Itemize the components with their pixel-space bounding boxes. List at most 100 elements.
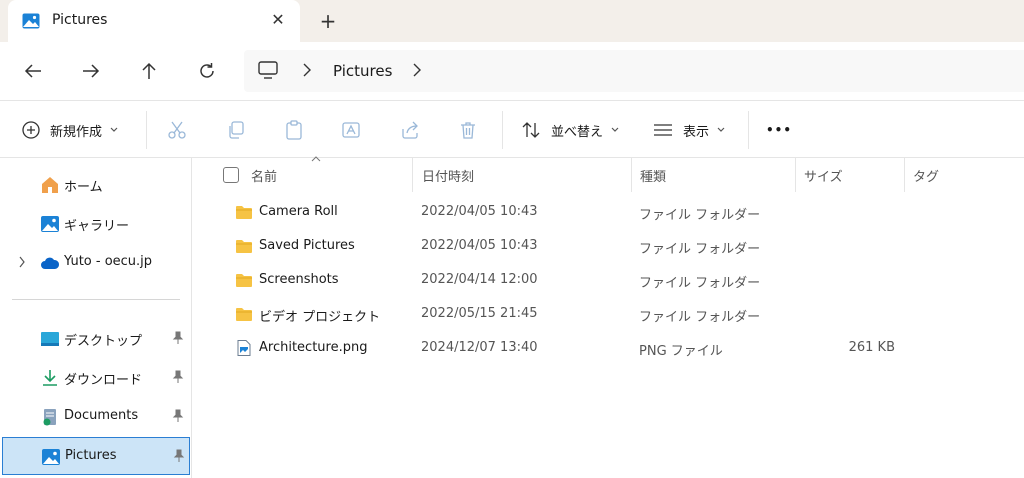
pictures-icon xyxy=(42,449,60,465)
file-row[interactable]: Camera Roll 2022/04/05 10:43 ファイル フォルダー xyxy=(193,196,1024,230)
image-file-icon xyxy=(237,340,251,356)
column-divider[interactable] xyxy=(795,158,796,192)
file-type: ファイル フォルダー xyxy=(639,276,761,291)
sidebar-item-label: ダウンロード xyxy=(64,373,143,388)
sidebar-item-label: ホーム xyxy=(64,180,103,195)
close-tab-button[interactable]: ✕ xyxy=(266,8,290,32)
column-divider[interactable] xyxy=(904,158,905,192)
this-pc-icon[interactable] xyxy=(258,61,278,79)
pin-icon[interactable] xyxy=(172,370,184,384)
file-type: ファイル フォルダー xyxy=(639,242,761,257)
file-row[interactable]: Screenshots 2022/04/14 12:00 ファイル フォルダー xyxy=(193,264,1024,298)
new-button-label: 新規作成 xyxy=(50,124,103,140)
column-header-name[interactable]: 名前 xyxy=(251,166,277,185)
copy-button[interactable] xyxy=(226,115,246,145)
sidebar-item-home[interactable]: ホーム xyxy=(2,166,190,204)
file-type: PNG ファイル xyxy=(639,344,723,359)
address-bar[interactable]: Pictures xyxy=(244,50,1024,92)
arrow-right-icon xyxy=(83,64,100,78)
sidebar-item-gallery[interactable]: ギャラリー xyxy=(2,205,190,243)
file-date: 2022/04/05 10:43 xyxy=(421,204,538,219)
chevron-right-icon[interactable] xyxy=(302,63,312,77)
column-header-size[interactable]: サイズ xyxy=(804,166,843,185)
divider xyxy=(146,111,147,149)
divider xyxy=(502,111,503,149)
divider xyxy=(12,299,180,300)
sort-button-label: 並べ替え xyxy=(551,124,604,140)
view-button[interactable]: 表示 xyxy=(653,115,725,145)
column-header-tags[interactable]: タグ xyxy=(913,166,939,185)
gallery-icon xyxy=(41,216,59,232)
file-name[interactable]: Architecture.png xyxy=(259,340,367,355)
sidebar-item-label: Documents xyxy=(64,408,139,423)
new-button[interactable]: 新規作成 xyxy=(22,115,118,145)
refresh-icon xyxy=(200,63,214,78)
download-icon xyxy=(43,370,57,386)
sidebar-item-desktop[interactable]: デスクトップ xyxy=(2,320,190,358)
sidebar-item-onedrive[interactable]: Yuto - oecu.jp xyxy=(2,244,190,282)
navigation-bar: Pictures xyxy=(0,42,1024,100)
trash-icon xyxy=(461,122,475,139)
view-list-icon xyxy=(654,124,672,136)
share-button[interactable] xyxy=(400,115,420,145)
file-list: 名前 日付時刻 種類 サイズ タグ Camera Roll 2022/04/05… xyxy=(193,156,1024,478)
folder-icon xyxy=(236,308,252,321)
file-type: ファイル フォルダー xyxy=(639,310,761,325)
pictures-icon xyxy=(22,13,40,29)
pin-icon[interactable] xyxy=(172,409,184,423)
chevron-down-icon xyxy=(611,127,619,132)
forward-button[interactable] xyxy=(76,56,106,86)
pin-icon[interactable] xyxy=(173,449,185,463)
cut-button[interactable] xyxy=(167,115,187,145)
rename-button[interactable] xyxy=(341,115,361,145)
sidebar-item-pictures[interactable]: Pictures xyxy=(2,437,190,475)
file-date: 2022/05/15 21:45 xyxy=(421,306,538,321)
file-name[interactable]: Screenshots xyxy=(259,272,339,287)
rename-icon xyxy=(342,122,360,138)
delete-button[interactable] xyxy=(458,115,478,145)
chevron-right-icon[interactable] xyxy=(412,63,422,77)
file-row[interactable]: Architecture.png 2024/12/07 13:40 PNG ファ… xyxy=(193,332,1024,366)
chevron-down-icon xyxy=(110,127,118,132)
sort-button[interactable]: 並べ替え xyxy=(521,115,619,145)
file-name[interactable]: ビデオ プロジェクト xyxy=(259,306,380,325)
column-header-date[interactable]: 日付時刻 xyxy=(422,166,474,185)
home-icon xyxy=(42,177,58,193)
sidebar-item-downloads[interactable]: ダウンロード xyxy=(2,359,190,397)
sidebar-item-documents[interactable]: Documents xyxy=(2,398,190,436)
navigation-pane: ホーム ギャラリー Yuto - oecu.jp デスクトップ ダウンロード D… xyxy=(0,158,192,478)
more-options-button[interactable]: ••• xyxy=(766,115,792,145)
sort-ascending-icon xyxy=(311,156,321,162)
sidebar-item-label: デスクトップ xyxy=(64,334,143,349)
chevron-down-icon xyxy=(717,127,725,132)
file-row[interactable]: Saved Pictures 2022/04/05 10:43 ファイル フォル… xyxy=(193,230,1024,264)
select-all-checkbox[interactable] xyxy=(223,167,239,183)
file-name[interactable]: Saved Pictures xyxy=(259,238,355,253)
chevron-right-icon[interactable] xyxy=(18,256,26,268)
pin-icon[interactable] xyxy=(172,331,184,345)
desktop-icon xyxy=(41,332,59,346)
refresh-button[interactable] xyxy=(192,56,222,86)
column-header-type[interactable]: 種類 xyxy=(640,166,666,185)
breadcrumb-pictures[interactable]: Pictures xyxy=(333,62,392,80)
file-date: 2022/04/05 10:43 xyxy=(421,238,538,253)
file-type: ファイル フォルダー xyxy=(639,208,761,223)
cloud-icon xyxy=(41,257,60,269)
arrow-left-icon xyxy=(24,64,41,78)
documents-icon xyxy=(43,409,56,426)
file-row[interactable]: ビデオ プロジェクト 2022/05/15 21:45 ファイル フォルダー xyxy=(193,298,1024,332)
new-tab-button[interactable]: + xyxy=(316,9,340,33)
tab-pictures[interactable]: Pictures ✕ xyxy=(8,0,300,42)
sidebar-item-label: ギャラリー xyxy=(64,219,130,234)
column-divider[interactable] xyxy=(631,158,632,192)
paste-button[interactable] xyxy=(284,115,304,145)
up-button[interactable] xyxy=(134,56,164,86)
folder-icon xyxy=(236,240,252,253)
column-divider[interactable] xyxy=(412,158,413,192)
file-size: 261 KB xyxy=(848,340,895,355)
arrow-up-icon xyxy=(142,62,156,79)
file-name[interactable]: Camera Roll xyxy=(259,204,338,219)
back-button[interactable] xyxy=(18,56,48,86)
sort-icon xyxy=(522,122,540,138)
file-date: 2022/04/14 12:00 xyxy=(421,272,538,287)
